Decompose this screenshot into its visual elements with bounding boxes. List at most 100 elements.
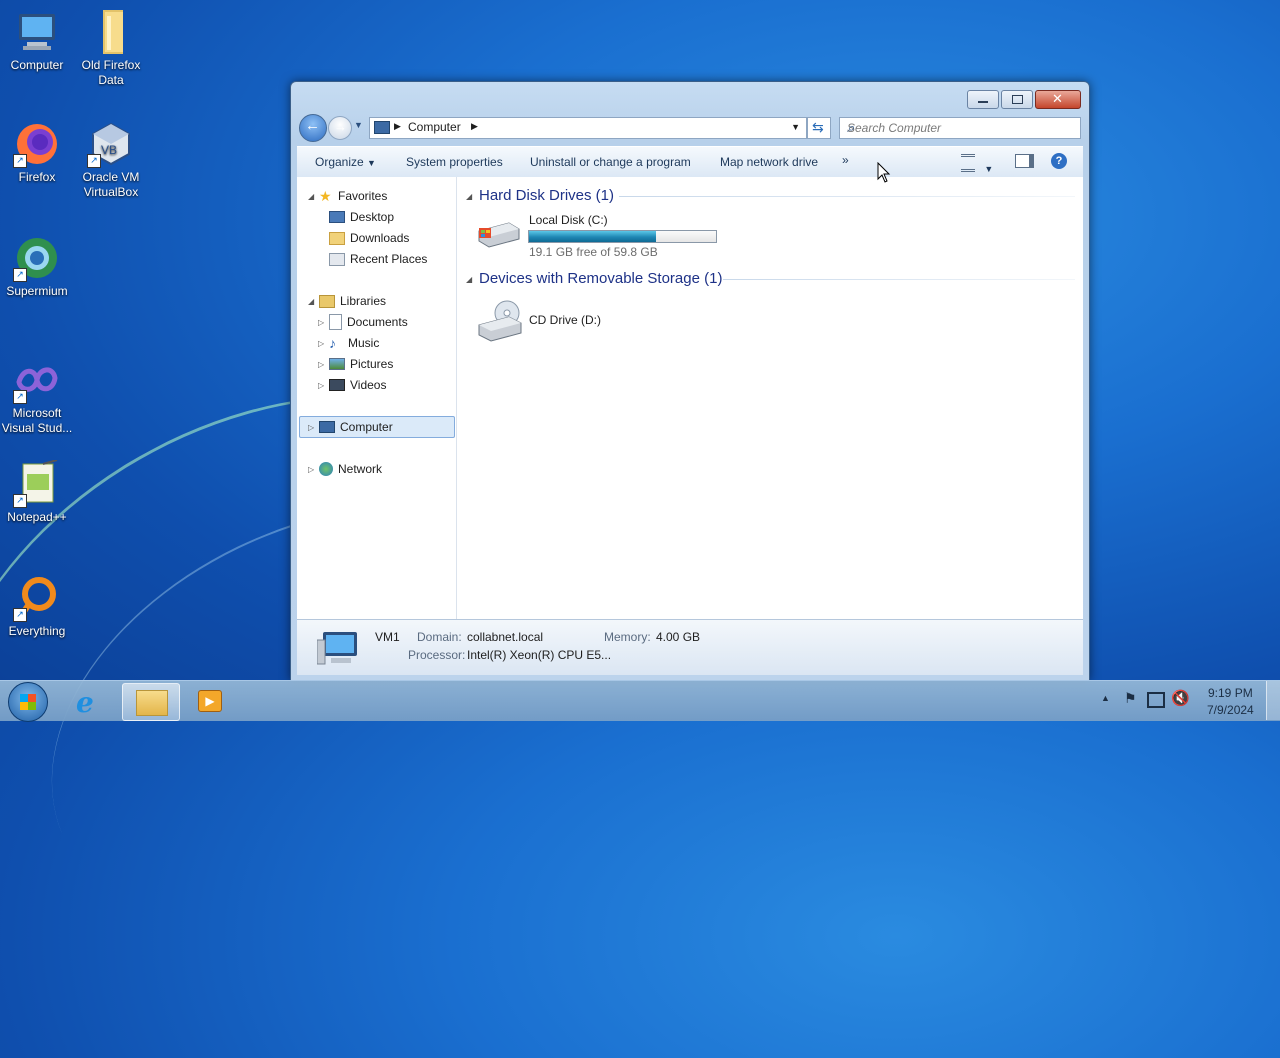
cd-drive-icon (475, 299, 523, 343)
nav-label: Recent Places (350, 252, 428, 266)
more-commands-button[interactable]: » (842, 153, 849, 167)
taskbar-internet-explorer[interactable]: e (62, 683, 118, 719)
action-center-flag-icon[interactable]: ⚑ (1124, 690, 1137, 707)
uninstall-program-button[interactable]: Uninstall or change a program (530, 155, 691, 169)
organize-button[interactable]: Organize ▼ (315, 155, 376, 169)
desktop-icon-old-firefox-data[interactable]: Old Firefox Data (74, 8, 148, 88)
expand-arrow-icon[interactable]: ◢ (308, 192, 314, 201)
recent-pages-chevron-icon[interactable]: ▼ (354, 120, 363, 130)
nav-favorites[interactable]: ★ Favorites (319, 187, 387, 205)
navigation-pane: ◢ ★ Favorites Desktop Downloads Recent Pl… (297, 177, 457, 619)
svg-text:VB: VB (101, 143, 117, 157)
preview-pane-button[interactable] (1015, 154, 1034, 171)
start-button[interactable] (8, 682, 48, 722)
chevron-down-icon: ▼ (984, 164, 994, 174)
collapse-arrow-icon[interactable]: ▷ (318, 339, 324, 348)
clock-date[interactable]: 7/9/2024 (1207, 703, 1254, 717)
desktop-icon (329, 211, 345, 223)
maximize-button[interactable] (1001, 90, 1033, 109)
desktop-icon-firefox[interactable]: ↗ Firefox (0, 120, 74, 185)
desktop-icon-label: Computer (10, 58, 64, 72)
refresh-button[interactable]: ⇆ (807, 117, 831, 139)
desktop-icon-notepadpp[interactable]: ↗ Notepad++ (0, 459, 74, 525)
notepadpp-icon: ↗ (13, 459, 61, 508)
desktop-icon-label: Old Firefox Data (81, 58, 141, 87)
section-removable-storage[interactable]: Devices with Removable Storage (1) (479, 270, 722, 287)
explorer-folder-icon (136, 690, 168, 716)
section-divider (723, 279, 1075, 280)
minimize-button[interactable] (967, 90, 999, 109)
help-icon: ? (1051, 153, 1067, 169)
collapse-arrow-icon[interactable]: ▷ (318, 381, 324, 390)
desktop-icon-label: Firefox (18, 170, 56, 184)
caption-buttons: ✕ (967, 90, 1081, 109)
search-box[interactable]: Search Computer ⌕ (839, 117, 1081, 139)
desktop-icon-label: Everything (8, 624, 66, 638)
recent-places-icon (329, 252, 345, 266)
group-collapse-icon[interactable]: ◢ (466, 275, 472, 284)
desktop-icon-everything[interactable]: ↗ Everything (0, 574, 74, 639)
desktop-icon-computer[interactable]: Computer (0, 8, 74, 73)
address-dropdown-icon[interactable]: ▼ (791, 122, 800, 132)
nav-label: Desktop (350, 210, 395, 224)
memory-label: Memory: (604, 630, 651, 644)
collapse-arrow-icon[interactable]: ▷ (318, 318, 324, 327)
nav-pictures[interactable]: Pictures (329, 355, 393, 373)
nav-computer[interactable]: Computer (319, 418, 393, 436)
media-player-icon: ▶ (198, 690, 222, 712)
help-button[interactable]: ? (1051, 153, 1067, 169)
collapse-arrow-icon[interactable]: ▷ (318, 360, 324, 369)
drive-c-usage-bar (528, 230, 717, 243)
drive-d-tile[interactable]: CD Drive (D:) (473, 295, 673, 347)
documents-icon (329, 314, 342, 330)
videos-icon (329, 379, 345, 391)
computer-large-icon (316, 630, 361, 665)
forward-button[interactable]: → (328, 116, 352, 140)
taskbar-media-player[interactable]: ▶ (182, 683, 238, 719)
desktop-icon-supermium[interactable]: ↗ Supermium (0, 234, 74, 299)
view-options-icon (961, 154, 975, 172)
nav-downloads[interactable]: Downloads (329, 229, 409, 247)
close-button[interactable]: ✕ (1035, 90, 1081, 109)
desktop-icon-label: Supermium (6, 284, 68, 298)
music-icon: ♪ (329, 335, 336, 351)
group-collapse-icon[interactable]: ◢ (466, 192, 472, 201)
desktop-icon-virtualbox[interactable]: VB ↗ Oracle VM VirtualBox (74, 120, 148, 200)
breadcrumb-computer[interactable]: Computer (408, 120, 461, 134)
back-button[interactable]: ← (299, 114, 327, 142)
everything-icon: ↗ (13, 574, 61, 622)
nav-music[interactable]: ♪ Music (329, 334, 379, 352)
domain-label: Domain: (417, 630, 462, 644)
network-tray-icon[interactable] (1147, 692, 1165, 708)
nav-network[interactable]: Network (319, 460, 382, 478)
nav-desktop[interactable]: Desktop (329, 208, 394, 226)
expand-arrow-icon[interactable]: ◢ (308, 297, 314, 306)
collapse-arrow-icon[interactable]: ▷ (308, 423, 314, 432)
show-desktop-button[interactable] (1266, 681, 1280, 720)
desktop-icon-visual-studio[interactable]: ↗ Microsoft Visual Stud... (0, 356, 74, 436)
pictures-icon (329, 358, 345, 370)
nav-libraries[interactable]: Libraries (319, 292, 386, 310)
breadcrumb-separator-icon[interactable]: ▶ (471, 121, 478, 132)
computer-icon (319, 421, 335, 433)
address-bar[interactable]: ▶ Computer ▶ ▼ (369, 117, 807, 139)
system-properties-button[interactable]: System properties (406, 155, 503, 169)
computer-name: VM1 (375, 630, 400, 644)
nav-documents[interactable]: Documents (329, 313, 408, 331)
desktop-icon-label: Oracle VM VirtualBox (82, 170, 140, 199)
drive-c-tile[interactable]: Local Disk (C:) 19.1 GB free of 59.8 GB (473, 209, 733, 259)
section-hard-disk-drives[interactable]: Hard Disk Drives (1) (479, 187, 614, 204)
organize-label: Organize (315, 155, 364, 169)
collapse-arrow-icon[interactable]: ▷ (308, 465, 314, 474)
network-icon (319, 462, 333, 476)
star-icon: ★ (319, 188, 332, 204)
volume-muted-icon[interactable]: 🔇 (1171, 689, 1190, 707)
show-hidden-icons-button[interactable]: ▲ (1101, 693, 1110, 703)
map-network-drive-button[interactable]: Map network drive (720, 155, 818, 169)
taskbar-windows-explorer[interactable] (122, 683, 180, 721)
breadcrumb-separator-icon[interactable]: ▶ (394, 121, 401, 132)
nav-recent-places[interactable]: Recent Places (329, 250, 427, 268)
nav-videos[interactable]: Videos (329, 376, 386, 394)
clock-time[interactable]: 9:19 PM (1208, 686, 1253, 700)
change-view-button[interactable]: ▼ (961, 154, 993, 175)
